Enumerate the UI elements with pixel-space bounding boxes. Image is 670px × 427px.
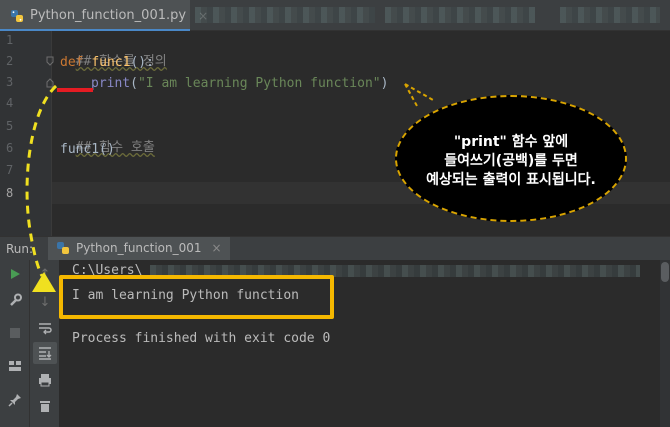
bubble-tail <box>404 83 434 107</box>
annotation-line-2: 들여쓰기(공백)를 두면 <box>444 153 578 169</box>
annotation-line-3: 예상되는 출력이 표시됩니다. <box>426 172 596 188</box>
annotation-arrow <box>25 84 58 292</box>
annotation-line-1: "print" 함수 앞에 <box>453 134 569 150</box>
annotation-text: "print" 함수 앞에 들여쓰기(공백)를 두면 예상되는 출력이 표시됩니… <box>400 133 622 190</box>
